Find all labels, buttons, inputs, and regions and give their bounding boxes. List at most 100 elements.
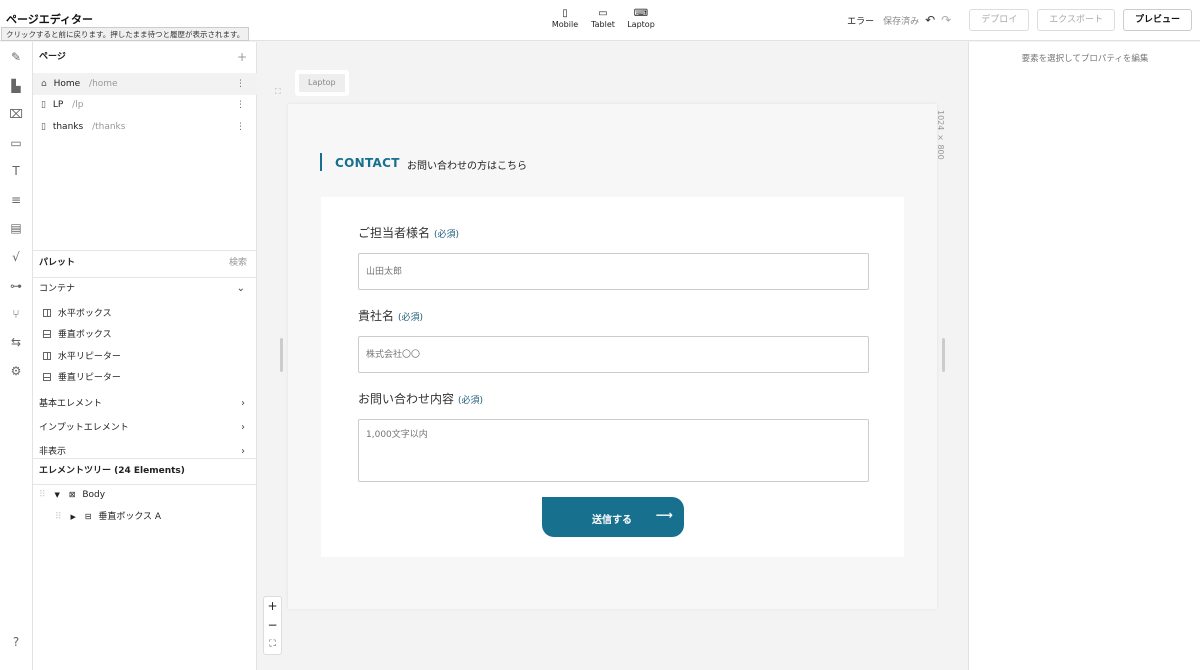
undo-icon[interactable]: ↶	[925, 13, 935, 27]
formula-icon[interactable]: √	[8, 249, 24, 265]
field-label-text: 貴社名	[358, 309, 395, 323]
drag-handle-icon[interactable]: ⠿	[55, 512, 62, 522]
device-label: Mobile	[551, 20, 579, 29]
viewport-label: Laptop	[295, 70, 349, 96]
inquiry-textarea[interactable]	[358, 419, 869, 482]
zoom-out-button[interactable]: −	[264, 616, 281, 635]
fit-screen-button[interactable]: ⛶	[264, 635, 281, 654]
palette-section-input[interactable]: インプットエレメント ›	[33, 417, 257, 439]
field-label-text: お問い合わせ内容	[358, 392, 455, 406]
folders-icon[interactable]: ▤	[8, 220, 24, 236]
monitor-icon[interactable]: ▭	[8, 135, 24, 151]
vbox-icon	[43, 330, 51, 338]
device-mobile[interactable]: ▯ Mobile	[548, 8, 582, 29]
redo-icon[interactable]: ↷	[941, 13, 951, 27]
palette-item-label: 水平リピーター	[57, 352, 121, 362]
preview-button[interactable]: プレビュー	[1122, 9, 1192, 31]
page-path: /lp	[72, 100, 84, 110]
home-icon: ⌂	[41, 79, 47, 89]
branch-icon[interactable]: ⑂	[8, 306, 24, 322]
drag-handle-icon[interactable]: ⠿	[39, 490, 46, 500]
page-item-thanks[interactable]: ▯ thanks /thanks ⋮	[33, 116, 257, 138]
page-frame[interactable]: CONTACT お問い合わせの方はこちら ご担当者様名(必須) 貴社名(必須) …	[288, 104, 937, 609]
tree-node-label: Body	[82, 490, 106, 500]
undo-tooltip: クリックすると前に戻ります。押したまま待つと履歴が表示されます。	[1, 27, 250, 41]
status-error[interactable]: エラー	[847, 14, 874, 27]
page-name: LP	[52, 100, 64, 110]
tree-node-body[interactable]: ⠿ ▼ ⊠ Body	[39, 485, 105, 505]
name-input[interactable]	[358, 253, 869, 290]
palette-item-vbox[interactable]: 垂直ボックス	[33, 325, 257, 346]
more-icon[interactable]: ⋮	[236, 94, 245, 116]
more-icon[interactable]: ⋮	[236, 73, 245, 95]
field-label-name: ご担当者様名 (必須)	[358, 224, 459, 241]
palette-title: パレット	[39, 258, 76, 268]
pages-header: ページ +	[33, 44, 257, 70]
tree-node-label: 垂直ボックス A	[98, 512, 162, 522]
caret-right-icon[interactable]: ▶	[70, 513, 75, 521]
device-label: Laptop	[627, 20, 655, 29]
properties-hint: 要素を選択してプロパティを編集	[1021, 54, 1149, 64]
file-icon: ▯	[41, 122, 46, 132]
status-saved: 保存済み	[883, 16, 920, 27]
company-input[interactable]	[358, 336, 869, 373]
palette-item-label: 垂直リピーター	[57, 373, 121, 383]
contact-accent-bar	[320, 153, 322, 171]
more-icon[interactable]: ⋮	[236, 116, 245, 138]
icon-rail: ✎ ▙ ⌧ ▭ T ≡ ▤ √ ⊶ ⑂ ⇆ ⚙ ?	[0, 42, 33, 670]
page-path: /thanks	[92, 122, 126, 132]
tree-node-vbox-a[interactable]: ⠿ ▶ ⊟ 垂直ボックス A	[55, 507, 161, 527]
chevron-right-icon: ›	[241, 422, 245, 433]
export-button[interactable]: エクスポート	[1037, 9, 1115, 31]
magic-tools-icon[interactable]: ✎	[8, 49, 24, 65]
hbox-icon	[43, 352, 51, 360]
canvas[interactable]: Laptop ⛶ CONTACT お問い合わせの方はこちら ご担当者様名 (必須)…	[257, 42, 968, 670]
field-label-inquiry: お問い合わせ内容 (必須)	[358, 390, 483, 407]
palette-item-label: 水平ボックス	[57, 309, 112, 319]
contact-form: ご担当者様名(必須) 貴社名(必須) お問い合わせ内容(必須) 送信する ⟶	[321, 197, 904, 557]
frame-resize-icon[interactable]: ⛶	[275, 87, 281, 97]
device-label: Tablet	[591, 20, 615, 29]
palette-section-container[interactable]: コンテナ ⌄	[33, 278, 257, 300]
palette-item-hbox[interactable]: 水平ボックス	[33, 304, 257, 325]
chevron-down-icon: ⌄	[236, 283, 245, 294]
help-icon[interactable]: ?	[8, 634, 24, 650]
chevron-right-icon: ›	[241, 398, 245, 409]
arrow-right-icon: ⟶	[655, 508, 673, 522]
resize-handle-right[interactable]	[942, 338, 945, 372]
palette-header: パレット 検索	[33, 250, 257, 276]
translate-icon[interactable]: ⇆	[8, 334, 24, 350]
hbox-icon	[43, 309, 51, 317]
submit-button[interactable]: 送信する ⟶	[542, 497, 684, 537]
device-laptop[interactable]: ⌨ Laptop	[624, 8, 658, 29]
zoom-controls: + − ⛶	[263, 596, 282, 655]
text-size-icon[interactable]: T	[8, 163, 24, 179]
palette-item-label: 垂直ボックス	[57, 330, 112, 340]
palette-item-vrepeater[interactable]: 垂直リピーター	[33, 368, 257, 389]
page-item-home[interactable]: ⌂ Home /home ⋮	[33, 73, 257, 95]
device-switcher: ▯ Mobile ▭ Tablet ⌨ Laptop	[548, 8, 658, 29]
contact-title: CONTACT	[335, 156, 400, 170]
device-tablet[interactable]: ▭ Tablet	[586, 8, 620, 29]
flow-icon[interactable]: ⊶	[8, 278, 24, 294]
palette-item-hrepeater[interactable]: 水平リピーター	[33, 347, 257, 368]
paint-roller-icon[interactable]: ▙	[8, 78, 24, 94]
database-icon[interactable]: ≡	[8, 192, 24, 208]
page-item-lp[interactable]: ▯ LP /lp ⋮	[33, 94, 257, 116]
toolbar-actions: エラー 保存済み ↶ ↷ デプロイ エクスポート プレビュー	[847, 8, 1192, 32]
vbox-icon: ⊟	[84, 512, 92, 521]
mobile-icon: ▯	[562, 8, 568, 19]
add-page-button[interactable]: +	[237, 44, 247, 70]
palette-search-button[interactable]: 検索	[229, 250, 247, 276]
field-label-company: 貴社名 (必須)	[358, 307, 423, 324]
left-panel: ページ + ⌂ Home /home ⋮ ▯ LP /lp ⋮ ▯ thanks…	[33, 42, 257, 670]
zoom-in-button[interactable]: +	[264, 597, 281, 616]
laptop-icon: ⌨	[633, 8, 649, 19]
palette-section-basic[interactable]: 基本エレメント ›	[33, 393, 257, 415]
deploy-button[interactable]: デプロイ	[969, 9, 1030, 31]
frame-icon[interactable]: ⌧	[8, 106, 24, 122]
page-name: Home	[53, 79, 81, 89]
resize-handle-left[interactable]	[280, 338, 283, 372]
caret-down-icon[interactable]: ▼	[54, 491, 59, 499]
settings-icon[interactable]: ⚙	[8, 363, 24, 379]
